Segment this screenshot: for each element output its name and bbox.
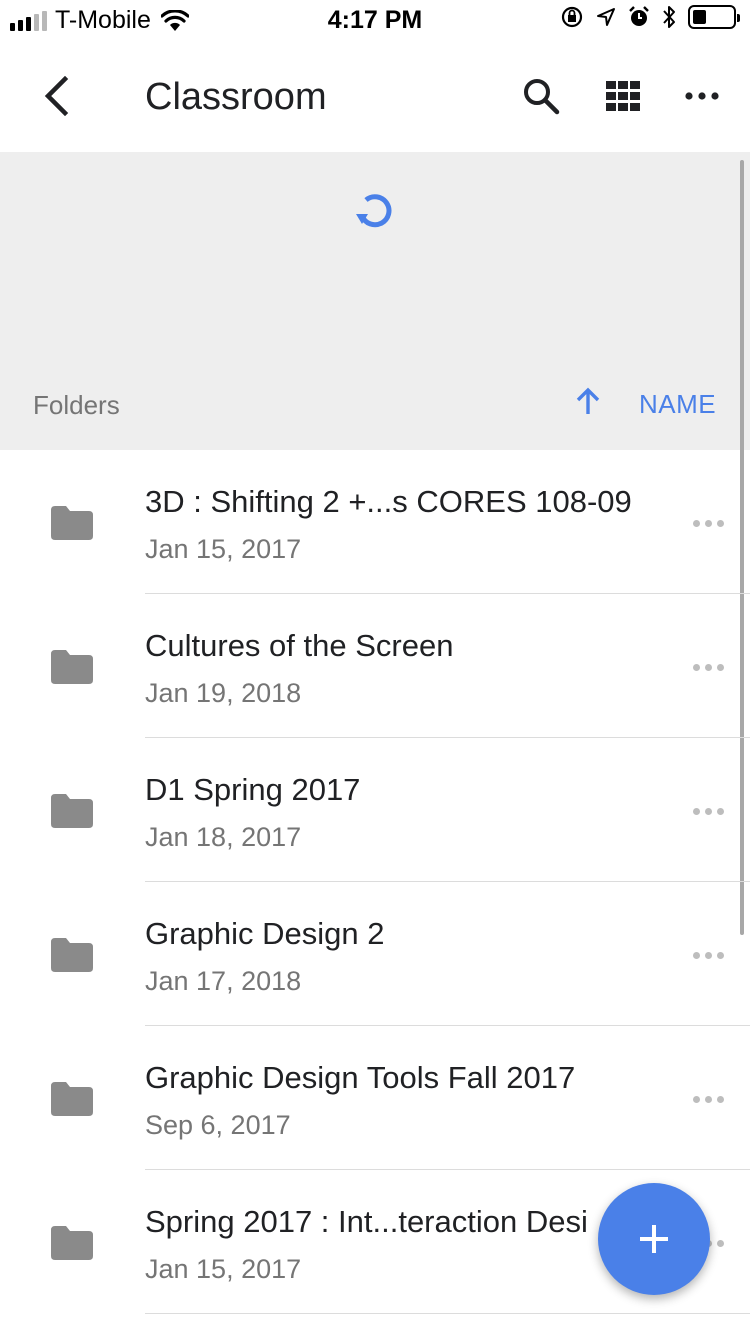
dot — [704, 1095, 712, 1103]
folder-row[interactable]: Graphic Design 2 Jan 17, 2018 — [0, 882, 750, 1026]
dot — [704, 663, 712, 671]
refresh-icon — [356, 194, 392, 228]
plus-icon — [640, 1225, 668, 1253]
dot — [716, 519, 724, 527]
search-button[interactable] — [515, 70, 567, 122]
folder-name: Graphic Design 2 — [145, 916, 385, 951]
folder-icon — [51, 794, 93, 828]
divider — [145, 1313, 750, 1314]
dot — [716, 1239, 724, 1247]
dot — [692, 663, 700, 671]
search-icon — [524, 79, 560, 115]
app-bar: Classroom — [0, 40, 750, 152]
dot — [716, 807, 724, 815]
folder-date: Sep 6, 2017 — [145, 1110, 291, 1140]
folder-name: 3D : Shifting 2 +...s CORES 108-09 — [145, 484, 632, 519]
grid-view-icon — [606, 81, 640, 111]
folder-icon — [51, 1226, 93, 1260]
more-options-button[interactable] — [676, 70, 728, 122]
refresh-area: Folders NAME — [0, 152, 750, 450]
folder-row[interactable]: Cultures of the Screen Jan 19, 2018 — [0, 594, 750, 738]
battery-icon — [688, 5, 740, 29]
folder-more-button[interactable] — [684, 938, 732, 972]
orientation-lock-icon — [561, 6, 583, 28]
dot — [704, 951, 712, 959]
more-icon — [685, 92, 719, 100]
folder-name: D1 Spring 2017 — [145, 772, 361, 807]
add-button[interactable] — [598, 1183, 710, 1295]
back-icon — [44, 76, 69, 116]
folder-icon — [51, 1082, 93, 1116]
dot — [716, 1095, 724, 1103]
folder-name: Graphic Design Tools Fall 2017 — [145, 1060, 576, 1095]
dot — [692, 807, 700, 815]
folder-date: Jan 19, 2018 — [145, 678, 302, 708]
folder-more-button[interactable] — [684, 794, 732, 828]
folder-more-button[interactable] — [684, 650, 732, 684]
folder-icon — [51, 650, 93, 684]
sort-direction-icon[interactable] — [570, 384, 606, 420]
folder-date: Jan 18, 2017 — [145, 822, 302, 852]
folder-date: Jan 15, 2017 — [145, 534, 302, 564]
folder-row[interactable]: Graphic Design Tools Fall 2017 Sep 6, 20… — [0, 1026, 750, 1170]
folder-row[interactable]: D1 Spring 2017 Jan 18, 2017 — [0, 738, 750, 882]
dot — [704, 807, 712, 815]
folder-name: Cultures of the Screen — [145, 628, 454, 663]
dot — [704, 519, 712, 527]
folder-name: Spring 2017 : Int...teraction Desi — [145, 1204, 588, 1239]
dot — [716, 951, 724, 959]
grid-view-button[interactable] — [597, 70, 649, 122]
sort-by-name-button[interactable]: NAME — [639, 389, 716, 420]
section-label: Folders — [33, 390, 120, 420]
folder-more-button[interactable] — [684, 506, 732, 540]
folder-date: Jan 17, 2018 — [145, 966, 302, 996]
back-button[interactable] — [30, 70, 82, 122]
folder-icon — [51, 506, 93, 540]
alarm-icon — [629, 6, 649, 26]
folder-more-button[interactable] — [684, 1082, 732, 1116]
folder-icon — [51, 938, 93, 972]
folder-row[interactable]: 3D : Shifting 2 +...s CORES 108-09 Jan 1… — [0, 450, 750, 594]
status-bar: T-Mobile 4:17 PM — [0, 0, 750, 40]
dot — [716, 663, 724, 671]
dot — [692, 1095, 700, 1103]
bluetooth-icon — [663, 6, 675, 28]
folder-date: Jan 15, 2017 — [145, 1254, 302, 1284]
page-title: Classroom — [145, 76, 327, 118]
location-icon — [597, 8, 615, 26]
dot — [692, 951, 700, 959]
dot — [692, 519, 700, 527]
